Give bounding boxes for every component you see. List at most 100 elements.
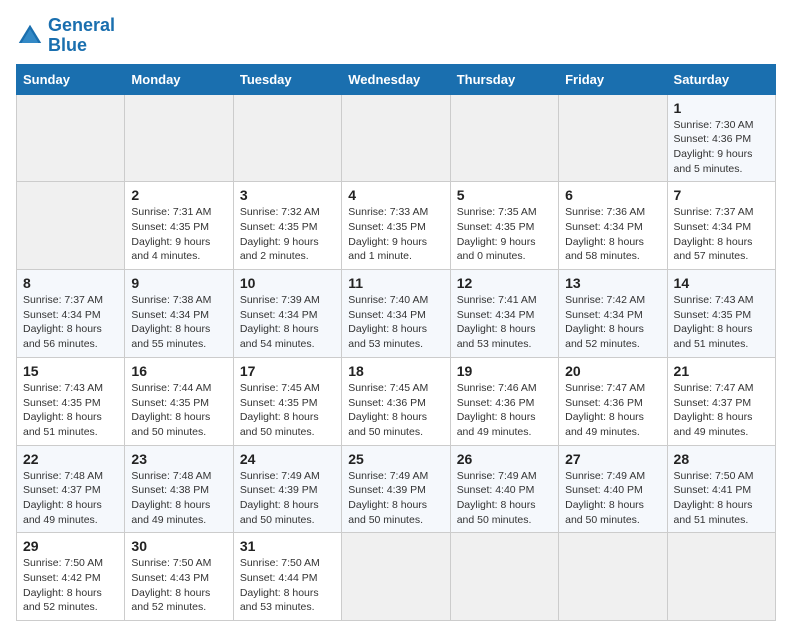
day-info: Sunrise: 7:37 AMSunset: 4:34 PMDaylight:…	[23, 293, 118, 352]
day-header-tuesday: Tuesday	[233, 64, 341, 94]
day-number: 6	[565, 187, 660, 203]
calendar-cell	[17, 94, 125, 182]
calendar-cell: 8Sunrise: 7:37 AMSunset: 4:34 PMDaylight…	[17, 270, 125, 358]
day-number: 23	[131, 451, 226, 467]
calendar-cell: 23 Sunrise: 7:48 AMSunset: 4:38 PMDayligh…	[125, 445, 233, 533]
calendar-cell: 10 Sunrise: 7:39 AMSunset: 4:34 PMDayligh…	[233, 270, 341, 358]
calendar-cell: 27Sunrise: 7:49 AMSunset: 4:40 PMDayligh…	[559, 445, 667, 533]
day-number: 4	[348, 187, 443, 203]
calendar-cell: 3 Sunrise: 7:32 AMSunset: 4:35 PMDaylight…	[233, 182, 341, 270]
day-number: 13	[565, 275, 660, 291]
calendar-cell: 22 Sunrise: 7:48 AMSunset: 4:37 PMDayligh…	[17, 445, 125, 533]
day-number: 1	[674, 100, 769, 116]
day-info: Sunrise: 7:38 AMSunset: 4:34 PMDaylight:…	[131, 293, 226, 352]
day-number: 11	[348, 275, 443, 291]
day-info: Sunrise: 7:49 AMSunset: 4:39 PMDaylight:…	[348, 469, 443, 528]
day-number: 16	[131, 363, 226, 379]
calendar-cell	[125, 94, 233, 182]
calendar-week-row: 8Sunrise: 7:37 AMSunset: 4:34 PMDaylight…	[17, 270, 776, 358]
calendar-cell: 11 Sunrise: 7:40 AMSunset: 4:34 PMDayligh…	[342, 270, 450, 358]
day-number: 7	[674, 187, 769, 203]
day-header-friday: Friday	[559, 64, 667, 94]
day-info: Sunrise: 7:49 AMSunset: 4:40 PMDaylight:…	[457, 469, 552, 528]
day-number: 17	[240, 363, 335, 379]
calendar-cell: 16Sunrise: 7:44 AMSunset: 4:35 PMDayligh…	[125, 357, 233, 445]
day-info: Sunrise: 7:43 AMSunset: 4:35 PMDaylight:…	[674, 293, 769, 352]
day-number: 24	[240, 451, 335, 467]
day-number: 10	[240, 275, 335, 291]
day-number: 26	[457, 451, 552, 467]
day-info: Sunrise: 7:49 AMSunset: 4:39 PMDaylight:…	[240, 469, 335, 528]
calendar-cell: 5Sunrise: 7:35 AMSunset: 4:35 PMDaylight…	[450, 182, 558, 270]
day-info: Sunrise: 7:42 AMSunset: 4:34 PMDaylight:…	[565, 293, 660, 352]
logo: General Blue	[16, 16, 115, 56]
calendar-cell: 26 Sunrise: 7:49 AMSunset: 4:40 PMDayligh…	[450, 445, 558, 533]
calendar-cell: 19Sunrise: 7:46 AMSunset: 4:36 PMDayligh…	[450, 357, 558, 445]
logo-text: General Blue	[48, 16, 115, 56]
calendar-cell: 15 Sunrise: 7:43 AMSunset: 4:35 PMDayligh…	[17, 357, 125, 445]
calendar-cell: 25Sunrise: 7:49 AMSunset: 4:39 PMDayligh…	[342, 445, 450, 533]
calendar-header-row: SundayMondayTuesdayWednesdayThursdayFrid…	[17, 64, 776, 94]
calendar-week-row: 22 Sunrise: 7:48 AMSunset: 4:37 PMDayligh…	[17, 445, 776, 533]
day-header-saturday: Saturday	[667, 64, 775, 94]
calendar-cell: 6Sunrise: 7:36 AMSunset: 4:34 PMDaylight…	[559, 182, 667, 270]
calendar-cell: 24 Sunrise: 7:49 AMSunset: 4:39 PMDayligh…	[233, 445, 341, 533]
day-number: 2	[131, 187, 226, 203]
day-number: 9	[131, 275, 226, 291]
day-info: Sunrise: 7:43 AMSunset: 4:35 PMDaylight:…	[23, 381, 118, 440]
calendar-cell	[450, 94, 558, 182]
day-number: 29	[23, 538, 118, 554]
calendar-cell: 21 Sunrise: 7:47 AMSunset: 4:37 PMDayligh…	[667, 357, 775, 445]
day-header-sunday: Sunday	[17, 64, 125, 94]
day-info: Sunrise: 7:30 AMSunset: 4:36 PMDaylight:…	[674, 118, 769, 177]
day-number: 31	[240, 538, 335, 554]
day-info: Sunrise: 7:47 AMSunset: 4:36 PMDaylight:…	[565, 381, 660, 440]
calendar-week-row: 15 Sunrise: 7:43 AMSunset: 4:35 PMDayligh…	[17, 357, 776, 445]
day-info: Sunrise: 7:31 AMSunset: 4:35 PMDaylight:…	[131, 205, 226, 264]
day-number: 14	[674, 275, 769, 291]
calendar-cell: 14 Sunrise: 7:43 AMSunset: 4:35 PMDayligh…	[667, 270, 775, 358]
calendar-cell: 13 Sunrise: 7:42 AMSunset: 4:34 PMDayligh…	[559, 270, 667, 358]
calendar-week-row: 2 Sunrise: 7:31 AMSunset: 4:35 PMDaylight…	[17, 182, 776, 270]
page-header: General Blue	[16, 16, 776, 56]
logo-icon	[16, 22, 44, 50]
day-info: Sunrise: 7:41 AMSunset: 4:34 PMDaylight:…	[457, 293, 552, 352]
calendar-week-row: 1 Sunrise: 7:30 AMSunset: 4:36 PMDaylight…	[17, 94, 776, 182]
day-number: 18	[348, 363, 443, 379]
calendar-cell: 2 Sunrise: 7:31 AMSunset: 4:35 PMDaylight…	[125, 182, 233, 270]
calendar-cell: 18Sunrise: 7:45 AMSunset: 4:36 PMDayligh…	[342, 357, 450, 445]
calendar-cell: 1 Sunrise: 7:30 AMSunset: 4:36 PMDaylight…	[667, 94, 775, 182]
day-info: Sunrise: 7:40 AMSunset: 4:34 PMDaylight:…	[348, 293, 443, 352]
day-header-monday: Monday	[125, 64, 233, 94]
day-number: 12	[457, 275, 552, 291]
day-info: Sunrise: 7:32 AMSunset: 4:35 PMDaylight:…	[240, 205, 335, 264]
calendar-cell: 31 Sunrise: 7:50 AMSunset: 4:44 PMDayligh…	[233, 533, 341, 621]
day-info: Sunrise: 7:46 AMSunset: 4:36 PMDaylight:…	[457, 381, 552, 440]
day-info: Sunrise: 7:50 AMSunset: 4:42 PMDaylight:…	[23, 556, 118, 615]
day-number: 22	[23, 451, 118, 467]
calendar-week-row: 29 Sunrise: 7:50 AMSunset: 4:42 PMDayligh…	[17, 533, 776, 621]
day-info: Sunrise: 7:50 AMSunset: 4:43 PMDaylight:…	[131, 556, 226, 615]
day-number: 21	[674, 363, 769, 379]
calendar-cell: 12 Sunrise: 7:41 AMSunset: 4:34 PMDayligh…	[450, 270, 558, 358]
day-info: Sunrise: 7:35 AMSunset: 4:35 PMDaylight:…	[457, 205, 552, 264]
day-info: Sunrise: 7:39 AMSunset: 4:34 PMDaylight:…	[240, 293, 335, 352]
day-info: Sunrise: 7:48 AMSunset: 4:38 PMDaylight:…	[131, 469, 226, 528]
calendar-cell	[17, 182, 125, 270]
day-info: Sunrise: 7:49 AMSunset: 4:40 PMDaylight:…	[565, 469, 660, 528]
day-info: Sunrise: 7:50 AMSunset: 4:44 PMDaylight:…	[240, 556, 335, 615]
day-number: 28	[674, 451, 769, 467]
calendar-cell	[342, 94, 450, 182]
calendar-cell: 30Sunrise: 7:50 AMSunset: 4:43 PMDayligh…	[125, 533, 233, 621]
calendar-cell	[342, 533, 450, 621]
calendar-cell	[233, 94, 341, 182]
day-header-thursday: Thursday	[450, 64, 558, 94]
day-info: Sunrise: 7:50 AMSunset: 4:41 PMDaylight:…	[674, 469, 769, 528]
day-header-wednesday: Wednesday	[342, 64, 450, 94]
day-info: Sunrise: 7:47 AMSunset: 4:37 PMDaylight:…	[674, 381, 769, 440]
day-number: 3	[240, 187, 335, 203]
day-number: 15	[23, 363, 118, 379]
calendar-cell: 7Sunrise: 7:37 AMSunset: 4:34 PMDaylight…	[667, 182, 775, 270]
calendar-cell	[667, 533, 775, 621]
day-info: Sunrise: 7:48 AMSunset: 4:37 PMDaylight:…	[23, 469, 118, 528]
